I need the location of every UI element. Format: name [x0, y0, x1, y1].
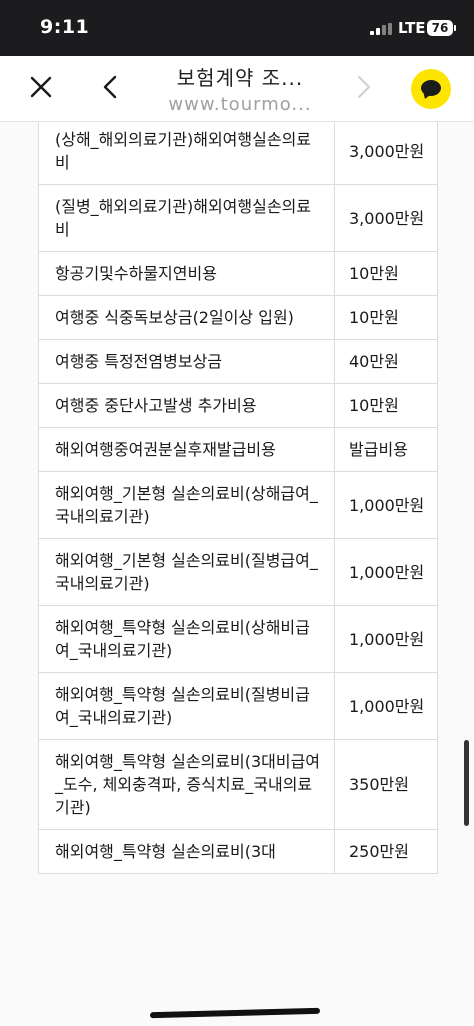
cellular-signal-icon — [370, 23, 392, 35]
coverage-amount-cell: 발급비용 — [335, 428, 435, 471]
coverage-amount-cell: 10만원 — [335, 384, 435, 427]
network-type: LTE — [398, 19, 426, 37]
browser-header: 보험계약 조... www.tourmo... — [0, 56, 474, 122]
coverage-amount: 1,000만원 — [349, 629, 425, 649]
coverage-name-cell: 항공기및수하물지연비용 — [39, 252, 335, 295]
chevron-right-icon — [358, 76, 370, 98]
coverage-amount-cell: 1,000만원 — [335, 673, 435, 739]
table-row: 해외여행중여권분실후재발급비용 발급비용 — [39, 428, 437, 472]
page-title: 보험계약 조... — [176, 66, 304, 90]
coverage-name: 해외여행_기본형 실손의료비(질병급여_국내의료기관) — [55, 551, 318, 593]
coverage-name: (상해_해외의료기관)해외여행실손의료비 — [55, 130, 312, 172]
table-row: 여행중 특정전염병보상금 40만원 — [39, 340, 437, 384]
page-content[interactable]: (상해_해외의료기관)해외여행실손의료비 3,000만원 (질병_해외의료기관)해외… — [0, 122, 474, 1026]
coverage-name: 항공기및수하물지연비용 — [55, 264, 217, 283]
coverage-amount-cell: 10만원 — [335, 252, 435, 295]
coverage-amount-cell: 1,000만원 — [335, 539, 435, 605]
table-row: 해외여행_특약형 실손의료비(질병비급여_국내의료기관) 1,000만원 — [39, 673, 437, 740]
coverage-name: 해외여행_특약형 실손의료비(상해비급여_국내의료기관) — [55, 618, 310, 660]
coverage-amount: 40만원 — [349, 352, 399, 371]
table-row: 해외여행_특약형 실손의료비(3대비급여_도수, 체외충격파, 증식치료_국내의… — [39, 740, 437, 830]
coverage-amount-cell: 250만원 — [335, 830, 435, 873]
table-row: (질병_해외의료기관)해외여행실손의료비 3,000만원 — [39, 185, 437, 252]
coverage-name: 해외여행_특약형 실손의료비(3대 — [55, 842, 276, 861]
coverage-name-cell: 해외여행_특약형 실손의료비(상해비급여_국내의료기관) — [39, 606, 335, 672]
coverage-amount-cell: 1,000만원 — [335, 472, 435, 538]
coverage-name-cell: 해외여행_특약형 실손의료비(3대비급여_도수, 체외충격파, 증식치료_국내의… — [39, 740, 335, 829]
table-row: 여행중 식중독보상금(2일이상 입원) 10만원 — [39, 296, 437, 340]
coverage-name: 여행중 중단사고발생 추가비용 — [55, 396, 257, 415]
scrollbar[interactable] — [464, 740, 469, 826]
table-row: 해외여행_기본형 실손의료비(질병급여_국내의료기관) 1,000만원 — [39, 539, 437, 606]
coverage-name: 해외여행중여권분실후재발급비용 — [55, 440, 276, 459]
coverage-amount-cell: 3,000만원 — [335, 122, 435, 184]
table-row: 여행중 중단사고발생 추가비용 10만원 — [39, 384, 437, 428]
coverage-amount: 3,000만원 — [349, 141, 425, 161]
coverage-name-cell: 여행중 식중독보상금(2일이상 입원) — [39, 296, 335, 339]
status-bar: 9:11 LTE 76 — [0, 0, 474, 56]
coverage-amount: 1,000만원 — [349, 696, 425, 716]
coverage-amount: 1,000만원 — [349, 562, 425, 582]
coverage-name: (질병_해외의료기관)해외여행실손의료비 — [55, 197, 312, 239]
coverage-name-cell: (질병_해외의료기관)해외여행실손의료비 — [39, 185, 335, 251]
coverage-amount-cell: 350만원 — [335, 740, 435, 829]
forward-button[interactable] — [348, 72, 378, 102]
coverage-name-cell: 해외여행_특약형 실손의료비(질병비급여_국내의료기관) — [39, 673, 335, 739]
coverage-amount-cell: 10만원 — [335, 296, 435, 339]
coverage-name-cell: (상해_해외의료기관)해외여행실손의료비 — [39, 122, 335, 184]
table-row: 해외여행_특약형 실손의료비(3대 250만원 — [39, 830, 437, 874]
chat-bubble-tail — [421, 91, 431, 101]
coverage-amount: 1,000만원 — [349, 495, 425, 515]
coverage-name-cell: 해외여행_기본형 실손의료비(질병급여_국내의료기관) — [39, 539, 335, 605]
close-button[interactable] — [26, 72, 56, 102]
coverage-amount: 발급비용 — [349, 440, 408, 459]
coverage-table: (상해_해외의료기관)해외여행실손의료비 3,000만원 (질병_해외의료기관)해외… — [38, 122, 438, 874]
battery-cap — [454, 25, 456, 31]
coverage-name: 해외여행_기본형 실손의료비(상해급여_국내의료기관) — [55, 484, 318, 526]
back-button[interactable] — [96, 72, 126, 102]
table-row: 해외여행_기본형 실손의료비(상해급여_국내의료기관) 1,000만원 — [39, 472, 437, 539]
coverage-amount-cell: 1,000만원 — [335, 606, 435, 672]
kakaotalk-button[interactable] — [411, 69, 451, 109]
coverage-name-cell: 해외여행_특약형 실손의료비(3대 — [39, 830, 335, 873]
table-row: 해외여행_특약형 실손의료비(상해비급여_국내의료기관) 1,000만원 — [39, 606, 437, 673]
close-icon — [30, 76, 52, 98]
coverage-name: 여행중 특정전염병보상금 — [55, 352, 223, 371]
page-url: www.tourmo... — [168, 94, 312, 115]
chevron-left-icon — [103, 75, 117, 99]
coverage-name: 해외여행_특약형 실손의료비(3대비급여_도수, 체외충격파, 증식치료_국내의… — [55, 752, 321, 817]
coverage-name-cell: 해외여행_기본형 실손의료비(상해급여_국내의료기관) — [39, 472, 335, 538]
battery-icon: 76 — [427, 20, 453, 36]
coverage-amount-cell: 3,000만원 — [335, 185, 435, 251]
coverage-amount: 10만원 — [349, 264, 399, 283]
coverage-amount: 3,000만원 — [349, 208, 425, 228]
table-row: (상해_해외의료기관)해외여행실손의료비 3,000만원 — [39, 122, 437, 185]
coverage-amount-cell: 40만원 — [335, 340, 435, 383]
coverage-name: 해외여행_특약형 실손의료비(질병비급여_국내의료기관) — [55, 685, 310, 727]
coverage-name-cell: 여행중 중단사고발생 추가비용 — [39, 384, 335, 427]
coverage-amount: 350만원 — [349, 775, 409, 794]
coverage-amount: 250만원 — [349, 842, 409, 861]
coverage-amount: 10만원 — [349, 396, 399, 415]
coverage-amount: 10만원 — [349, 308, 399, 327]
table-row: 항공기및수하물지연비용 10만원 — [39, 252, 437, 296]
coverage-name: 여행중 식중독보상금(2일이상 입원) — [55, 308, 294, 327]
coverage-name-cell: 여행중 특정전염병보상금 — [39, 340, 335, 383]
status-time: 9:11 — [40, 16, 90, 38]
coverage-name-cell: 해외여행중여권분실후재발급비용 — [39, 428, 335, 471]
